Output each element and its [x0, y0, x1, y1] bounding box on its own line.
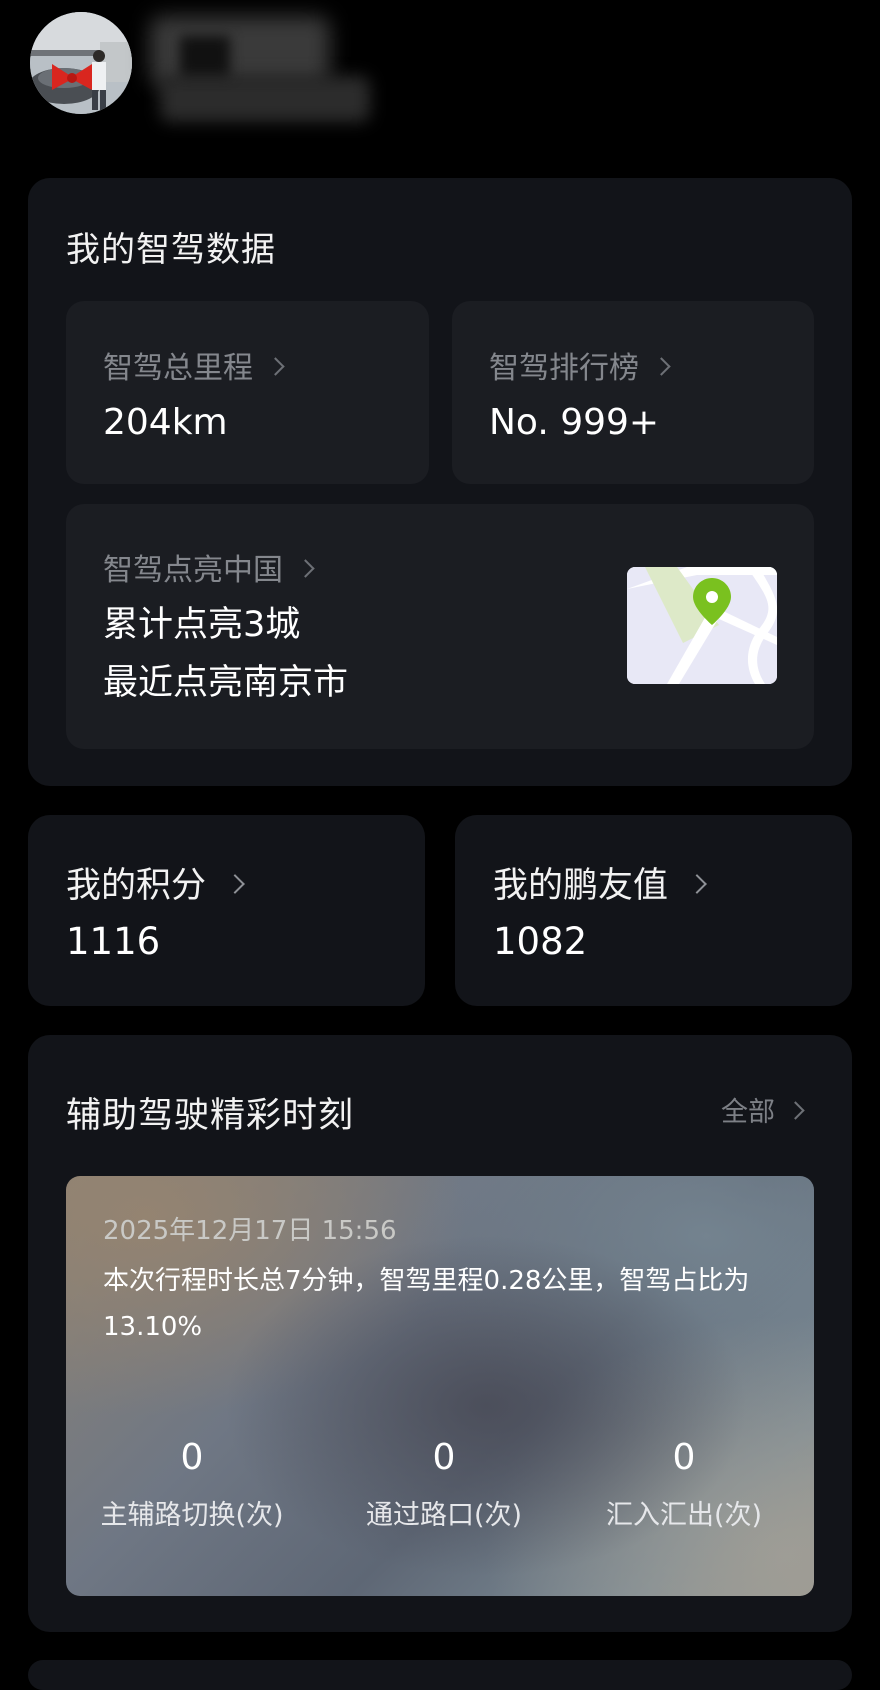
stat-label: 汇入汇出(次)	[605, 1500, 763, 1531]
points-value: 1116	[66, 920, 161, 963]
ranking-label: 智驾排行榜	[489, 343, 671, 387]
total-mileage-tile[interactable]	[66, 301, 429, 484]
chevron-right-icon	[225, 873, 245, 894]
next-card	[28, 1660, 852, 1690]
chevron-right-icon	[652, 356, 671, 376]
ranking-tile[interactable]	[452, 301, 814, 484]
friend-value-card[interactable]	[455, 815, 852, 1006]
light-up-china-label: 智驾点亮中国	[103, 545, 315, 589]
moment-datetime: 2025年12月17日 15:56	[103, 1216, 397, 1246]
points-label: 我的积分	[66, 857, 245, 908]
moment-description: 本次行程时长总7分钟，智驾里程0.28公里，智驾占比为13.10%	[103, 1266, 750, 1342]
points-card[interactable]	[28, 815, 425, 1006]
cities-lit-count: 累计点亮3城	[103, 605, 301, 645]
moment-card[interactable]: 2025年12月17日 15:56 本次行程时长总7分钟，智驾里程0.28公里，…	[66, 1176, 814, 1596]
total-mileage-label: 智驾总里程	[103, 343, 285, 387]
driving-moments-title: 辅助驾驶精彩时刻	[66, 1096, 355, 1136]
stat-label: 主辅路切换(次)	[100, 1500, 284, 1531]
stat-value: 0	[672, 1437, 696, 1478]
username-redacted	[150, 16, 375, 126]
stat-value: 0	[180, 1437, 204, 1478]
chevron-right-icon	[687, 873, 707, 894]
total-mileage-value: 204km	[103, 402, 228, 443]
recent-lit-city: 最近点亮南京市	[103, 663, 349, 703]
chevron-right-icon	[296, 558, 315, 578]
view-all-link[interactable]: 全部	[721, 1090, 805, 1129]
chevron-right-icon	[266, 356, 285, 376]
avatar[interactable]	[30, 12, 132, 114]
stat-value: 0	[432, 1437, 456, 1478]
smart-driving-title: 我的智驾数据	[66, 230, 276, 270]
map-thumbnail	[627, 567, 777, 684]
friend-value-label: 我的鹏友值	[493, 857, 707, 908]
ranking-value: No. 999+	[489, 402, 660, 443]
stat-label: 通过路口(次)	[365, 1500, 523, 1531]
friend-value-value: 1082	[493, 920, 588, 963]
chevron-right-icon	[786, 1101, 805, 1120]
